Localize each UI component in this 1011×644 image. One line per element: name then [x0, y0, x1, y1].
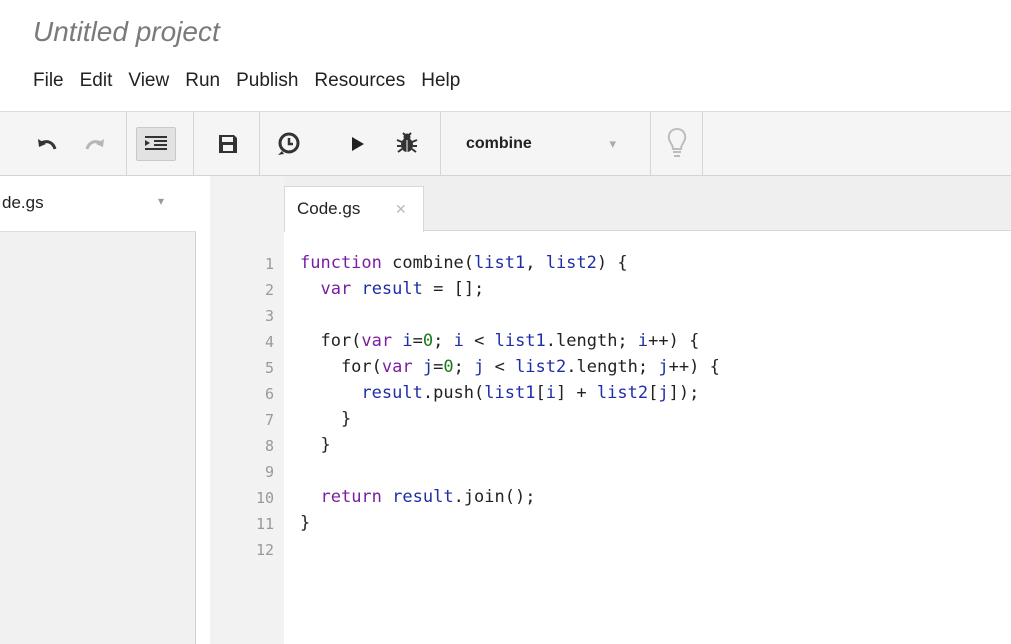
code-text[interactable]: }: [300, 409, 351, 429]
line-number: 3: [264, 307, 274, 325]
save-icon: [219, 135, 237, 153]
code-line[interactable]: 8 }: [210, 435, 1011, 459]
code-line[interactable]: 6 result.push(list1[i] + list2[j]);: [210, 383, 1011, 407]
line-number: 8: [264, 437, 274, 455]
line-number: 6: [264, 385, 274, 403]
code-line[interactable]: 1 function combine(list1, list2) {: [210, 253, 1011, 277]
code-text[interactable]: }: [300, 513, 310, 533]
file-item[interactable]: de.gs ▾: [0, 176, 196, 232]
code-text[interactable]: result.push(list1[i] + list2[j]);: [300, 383, 699, 403]
undo-icon: [38, 139, 57, 150]
chevron-down-icon[interactable]: ▾: [158, 194, 164, 208]
redo-icon: [85, 139, 104, 150]
code-line[interactable]: 5 for(var j=0; j < list2.length; j++) {: [210, 357, 1011, 381]
play-icon: [352, 137, 364, 151]
menu-view[interactable]: View: [128, 70, 169, 92]
code-line[interactable]: 2 var result = [];: [210, 279, 1011, 303]
file-sidebar: de.gs ▾: [0, 176, 196, 644]
redo-button[interactable]: [80, 130, 110, 158]
tab-label: Code.gs: [297, 199, 361, 218]
function-select[interactable]: combine ▾: [448, 122, 638, 166]
menu-file[interactable]: File: [33, 70, 64, 92]
code-line[interactable]: 3: [210, 305, 1011, 329]
code-text[interactable]: var result = [];: [300, 279, 484, 299]
run-button[interactable]: [347, 132, 369, 156]
line-number: 11: [255, 515, 274, 533]
triggers-button[interactable]: [273, 128, 305, 160]
line-number: 12: [255, 541, 274, 559]
menu-bar: File Edit View Run Publish Resources Hel…: [33, 66, 476, 96]
code-text[interactable]: for(var j=0; j < list2.length; j++) {: [300, 357, 720, 377]
line-number: 5: [264, 359, 274, 377]
close-icon[interactable]: ✕: [395, 201, 407, 218]
chevron-down-icon: ▾: [609, 136, 616, 151]
line-number: 1: [264, 255, 274, 273]
code-line[interactable]: 9: [210, 461, 1011, 485]
menu-resources[interactable]: Resources: [314, 70, 405, 92]
file-item-label: de.gs: [2, 193, 44, 212]
indent-button[interactable]: [136, 127, 176, 161]
code-line[interactable]: 10 return result.join();: [210, 487, 1011, 511]
code-text[interactable]: return result.join();: [300, 487, 535, 507]
line-number: 4: [264, 333, 274, 351]
clock-icon: [278, 132, 300, 155]
line-number: 2: [264, 281, 274, 299]
code-line[interactable]: 11}: [210, 513, 1011, 537]
project-title[interactable]: Untitled project: [33, 16, 220, 48]
menu-run[interactable]: Run: [185, 70, 220, 92]
debug-button[interactable]: [393, 128, 421, 158]
tab-code-gs[interactable]: Code.gs ✕: [284, 186, 424, 232]
menu-publish[interactable]: Publish: [236, 70, 298, 92]
line-number: 10: [255, 489, 274, 507]
code-line[interactable]: 7 }: [210, 409, 1011, 433]
hint-button[interactable]: [664, 124, 690, 164]
code-text[interactable]: }: [300, 435, 330, 455]
toolbar: combine ▾: [0, 111, 1011, 176]
code-text[interactable]: function combine(list1, list2) {: [300, 253, 628, 273]
code-line[interactable]: 4 for(var i=0; i < list1.length; i++) {: [210, 331, 1011, 355]
code-line[interactable]: 12: [210, 539, 1011, 563]
code-editor[interactable]: 1 function combine(list1, list2) { 2 var r…: [210, 231, 1011, 644]
save-button[interactable]: [214, 130, 242, 158]
menu-edit[interactable]: Edit: [80, 70, 113, 92]
menu-help[interactable]: Help: [421, 70, 460, 92]
indent-icon: [145, 136, 167, 150]
bug-icon: [396, 132, 418, 153]
function-select-value: combine: [466, 135, 532, 152]
tab-bar: Code.gs ✕: [284, 176, 1011, 232]
lightbulb-icon: [667, 127, 687, 157]
code-text[interactable]: for(var i=0; i < list1.length; i++) {: [300, 331, 699, 351]
line-number: 7: [264, 411, 274, 429]
undo-button[interactable]: [32, 130, 62, 158]
line-number: 9: [264, 463, 274, 481]
